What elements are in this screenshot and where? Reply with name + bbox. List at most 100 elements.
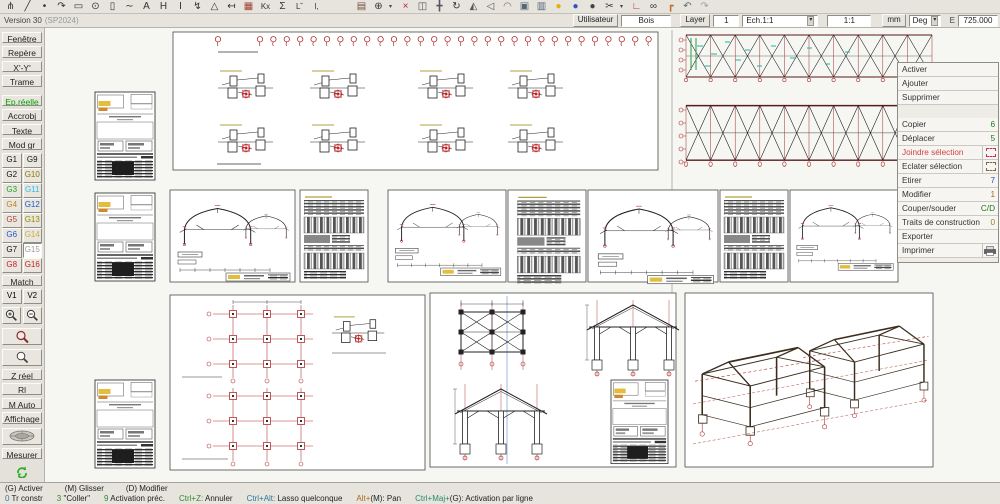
arc-tool-icon[interactable]: ↷	[55, 0, 68, 13]
line-tool-icon[interactable]: ╱	[21, 0, 34, 13]
menu-item-couper-souder[interactable]: Couper/souderC/D	[898, 202, 998, 216]
axis-icon[interactable]: ∟	[630, 0, 643, 13]
zoom-previous-button[interactable]	[2, 349, 42, 366]
join-selection-icon[interactable]	[982, 146, 998, 159]
menu-item-copier[interactable]: Copier6	[898, 118, 998, 132]
sidebar-button-fenetre[interactable]: Fenêtre	[2, 32, 42, 43]
sidebar-button-mod-gr[interactable]: Mod gr	[2, 138, 42, 149]
match-button[interactable]: Match	[2, 275, 42, 286]
group-button-g1[interactable]: G1	[2, 153, 22, 168]
explode-selection-icon[interactable]	[982, 160, 998, 173]
spline-tool-icon[interactable]: ∼	[123, 0, 136, 13]
refresh-button[interactable]	[2, 463, 42, 480]
ibeam-tool-icon[interactable]: I	[174, 0, 187, 13]
delete-icon[interactable]: ×	[399, 0, 412, 13]
kx-icon[interactable]: Kx	[259, 0, 272, 13]
group-button-g14[interactable]: G14	[23, 228, 43, 243]
workspace-field[interactable]: Bois	[621, 15, 671, 27]
sidebar-button-xy[interactable]: X'-Y'	[2, 61, 42, 72]
duplicate-alt-icon[interactable]: ▥	[535, 0, 548, 13]
cut-dropdown-caret[interactable]: ▾	[620, 3, 626, 10]
copy-object-icon[interactable]: ◫	[416, 0, 429, 13]
group-button-g9[interactable]: G9	[23, 153, 43, 168]
align-tool-icon[interactable]: ↤	[225, 0, 238, 13]
chevron-down-icon[interactable]: ▾	[807, 16, 814, 26]
rectangle-tool-icon[interactable]: ▭	[72, 0, 85, 13]
group-button-g10[interactable]: G10	[23, 168, 43, 183]
sidebar-button-ep-reelle[interactable]: Ep.réelle	[2, 95, 42, 106]
mirror-vertical-icon[interactable]: ◭	[467, 0, 480, 13]
light-dark-icon[interactable]: ●	[586, 0, 599, 13]
sum-icon[interactable]: Σ	[276, 0, 289, 13]
group-button-g16[interactable]: G16	[23, 258, 43, 273]
menu-item-etirer[interactable]: Etirer7	[898, 174, 998, 188]
search-icon[interactable]: ∞	[647, 0, 660, 13]
sidebar-button-accrobj[interactable]: Accrobj	[2, 109, 42, 120]
wheel-button[interactable]	[2, 428, 42, 445]
menu-item-imprimer[interactable]: Imprimer	[898, 244, 998, 258]
point-tool-icon[interactable]: •	[38, 0, 51, 13]
text-tool-icon[interactable]: A	[140, 0, 153, 13]
menu-item-deplacer[interactable]: Déplacer5	[898, 132, 998, 146]
sidebar-button-trame[interactable]: Trame	[2, 75, 42, 86]
duplicate-icon[interactable]: ▣	[518, 0, 531, 13]
menu-item-exporter[interactable]: Exporter	[898, 230, 998, 244]
scale-value-field[interactable]: 1:1	[827, 15, 871, 27]
group-button-g5[interactable]: G5	[2, 213, 22, 228]
mesurer-button[interactable]: Mesurer	[2, 448, 42, 459]
group-button-g7[interactable]: G7	[2, 243, 22, 258]
triangle-tool-icon[interactable]: △	[208, 0, 221, 13]
group-button-g6[interactable]: G6	[2, 228, 22, 243]
utilisateur-button[interactable]: Utilisateur	[573, 14, 619, 27]
group-button-g3[interactable]: G3	[2, 183, 22, 198]
group-button-g13[interactable]: G13	[23, 213, 43, 228]
mirror-horizontal-icon[interactable]: ◁	[484, 0, 497, 13]
dome-icon[interactable]: ◠	[501, 0, 514, 13]
move-icon[interactable]: ╋	[433, 0, 446, 13]
rotate-icon[interactable]: ↻	[450, 0, 463, 13]
affichage-button[interactable]: Affichage	[2, 412, 42, 423]
material-box-icon[interactable]: ▦	[242, 0, 255, 13]
rl-button[interactable]: Rl	[2, 383, 42, 394]
unit-button[interactable]: mm	[882, 14, 905, 27]
layer-button[interactable]: Layer	[680, 14, 710, 27]
corner-wall-icon[interactable]: ┏	[664, 0, 677, 13]
sidebar-button-texte[interactable]: Texte	[2, 124, 42, 135]
drawing-canvas[interactable]	[45, 28, 1000, 482]
group-button-g2[interactable]: G2	[2, 168, 22, 183]
group-button-g12[interactable]: G12	[23, 198, 43, 213]
sidebar-button-repere[interactable]: Repère	[2, 46, 42, 57]
snap-tool-icon[interactable]: ↯	[191, 0, 204, 13]
layer-value-field[interactable]: 1	[713, 15, 739, 27]
angle-unit-dropdown[interactable]: Deg▾	[909, 15, 941, 27]
scale-dropdown[interactable]: Ech.1:1▾	[742, 15, 818, 27]
e-value-field[interactable]: 725.000	[958, 15, 998, 27]
menu-item-ajouter[interactable]: Ajouter	[898, 77, 998, 91]
menu-item-activer[interactable]: Activer	[898, 63, 998, 77]
view-button-v2[interactable]: V2	[23, 289, 43, 304]
circle-tool-icon[interactable]: ⊙	[89, 0, 102, 13]
view-button-v1[interactable]: V1	[2, 289, 22, 304]
zoom-in-button[interactable]	[2, 307, 21, 324]
select-tool-icon[interactable]: ⋔	[4, 0, 17, 13]
group-button-g11[interactable]: G11	[23, 183, 43, 198]
group-button-g15[interactable]: G15	[23, 243, 43, 258]
zoom-out-button[interactable]	[23, 307, 42, 324]
zoom-selection-button[interactable]	[2, 328, 42, 345]
m-auto-button[interactable]: M Auto	[2, 398, 42, 409]
level-icon[interactable]: l,	[310, 0, 323, 13]
undo-icon[interactable]: ↶	[681, 0, 694, 13]
corner-angle-icon[interactable]: L˘	[293, 0, 306, 13]
zoom-tool-icon[interactable]: ⊕	[372, 0, 385, 13]
menu-item-supprimer[interactable]: Supprimer	[898, 91, 998, 105]
cut-icon[interactable]: ✂	[603, 0, 616, 13]
box-tool-icon[interactable]: ▯	[106, 0, 119, 13]
chevron-down-icon[interactable]: ▾	[931, 16, 938, 26]
menu-item-joindre-selection[interactable]: Joindre sélection	[898, 146, 998, 160]
menu-item-eclater-selection[interactable]: Eclater sélection	[898, 160, 998, 174]
z-reel-button[interactable]: Z réel	[2, 369, 42, 380]
menu-item-modifier[interactable]: Modifier1	[898, 188, 998, 202]
zoom-dropdown-caret[interactable]: ▾	[389, 3, 395, 10]
group-button-g8[interactable]: G8	[2, 258, 22, 273]
redo-icon[interactable]: ↷	[698, 0, 711, 13]
